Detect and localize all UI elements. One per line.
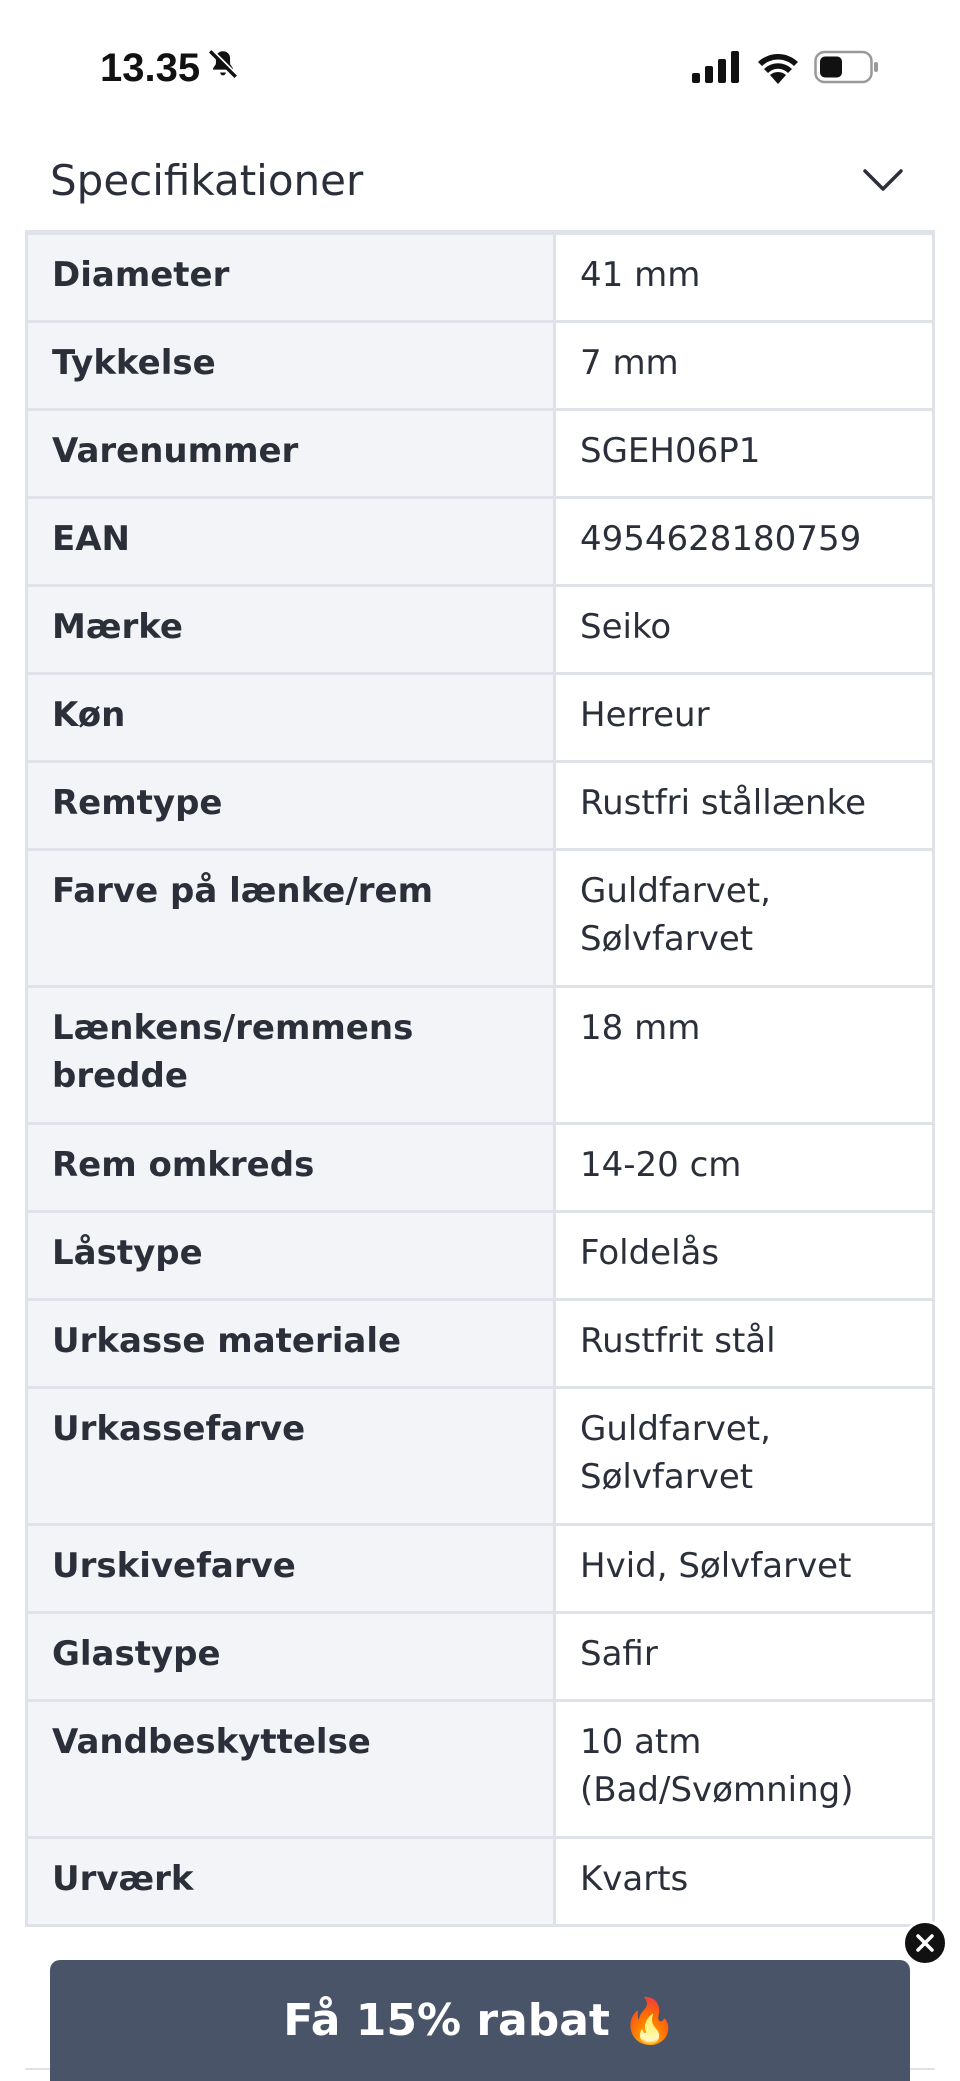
spec-label: Diameter [25, 232, 556, 323]
table-row: Farve på lænke/rem Guldfarvet, Sølvfarve… [25, 848, 935, 988]
section-title: Specifikationer [50, 155, 364, 205]
spec-label: Farve på lænke/rem [25, 848, 556, 988]
spec-value: Hvid, Sølvfarvet [553, 1523, 935, 1614]
table-row: Rem omkreds 14-20 cm [25, 1122, 935, 1213]
spec-value: SGEH06P1 [553, 408, 935, 499]
spec-value-line: Sølvfarvet [580, 1457, 754, 1497]
spec-value-line: Guldfarvet, [580, 1409, 771, 1449]
spec-label: Remtype [25, 760, 556, 851]
spec-label: Mærke [25, 584, 556, 675]
spec-value: Herreur [553, 672, 935, 763]
spec-value: Safir [553, 1611, 935, 1702]
spec-value: Seiko [553, 584, 935, 675]
status-icons [692, 50, 880, 88]
spec-label: Rem omkreds [25, 1122, 556, 1213]
table-row: Glastype Safir [25, 1611, 935, 1702]
table-row: Diameter 41 mm [25, 232, 935, 323]
clock-text: 13.35 [100, 46, 201, 90]
spec-label: Varenummer [25, 408, 556, 499]
spec-label-line: bredde [52, 1056, 188, 1096]
spec-value: 18 mm [553, 985, 935, 1125]
table-row: Tykkelse 7 mm [25, 320, 935, 411]
status-time: 13.35 [100, 46, 240, 91]
spec-value: Rustfrit stål [553, 1298, 935, 1389]
promo-label: Få 15% rabat [283, 1995, 610, 2046]
spec-label: Lænkens/remmens bredde [25, 985, 556, 1125]
spec-value: Kvarts [553, 1836, 935, 1927]
spec-label: Vandbeskyttelse [25, 1699, 556, 1839]
bell-slash-icon [206, 46, 240, 91]
cellular-signal-icon [692, 51, 742, 87]
spec-value-line: Sølvfarvet [580, 919, 754, 959]
spec-value: 41 mm [553, 232, 935, 323]
spec-value: Rustfri stållænke [553, 760, 935, 851]
table-row: Varenummer SGEH06P1 [25, 408, 935, 499]
specifications-table: Diameter 41 mm Tykkelse 7 mm Varenummer … [25, 232, 935, 1927]
spec-label: Urskivefarve [25, 1523, 556, 1614]
status-bar: 13.35 [0, 0, 960, 130]
specifications-header[interactable]: Specifikationer [25, 130, 935, 232]
spec-value: Foldelås [553, 1210, 935, 1301]
table-row: Låstype Foldelås [25, 1210, 935, 1301]
spec-value: 14-20 cm [553, 1122, 935, 1213]
wifi-icon [756, 50, 800, 88]
spec-value: 7 mm [553, 320, 935, 411]
spec-value-line: (Bad/Svømning) [580, 1770, 854, 1810]
spec-label-line: Lænkens/remmens [52, 1008, 414, 1048]
close-icon[interactable] [902, 1920, 948, 1966]
spec-label: EAN [25, 496, 556, 587]
spec-value-line: 10 atm [580, 1722, 702, 1762]
spec-label: Urkassefarve [25, 1386, 556, 1526]
table-row: Vandbeskyttelse 10 atm (Bad/Svømning) [25, 1699, 935, 1839]
table-row: Urkassefarve Guldfarvet, Sølvfarvet [25, 1386, 935, 1526]
spec-value: 4954628180759 [553, 496, 935, 587]
spec-value: 10 atm (Bad/Svømning) [553, 1699, 935, 1839]
battery-icon [814, 50, 880, 88]
spec-label: Urværk [25, 1836, 556, 1927]
spec-value: Guldfarvet, Sølvfarvet [553, 848, 935, 988]
table-row: Urskivefarve Hvid, Sølvfarvet [25, 1523, 935, 1614]
spec-label: Køn [25, 672, 556, 763]
spec-value-line: Guldfarvet, [580, 871, 771, 911]
spec-label: Urkasse materiale [25, 1298, 556, 1389]
table-row: Lænkens/remmens bredde 18 mm [25, 985, 935, 1125]
spec-label: Tykkelse [25, 320, 556, 411]
fire-icon: 🔥 [621, 1995, 677, 2047]
spec-value: Guldfarvet, Sølvfarvet [553, 1386, 935, 1526]
discount-promo-button[interactable]: Få 15% rabat 🔥 [50, 1960, 910, 2081]
spec-label: Låstype [25, 1210, 556, 1301]
table-row: EAN 4954628180759 [25, 496, 935, 587]
table-row: Remtype Rustfri stållænke [25, 760, 935, 851]
table-row: Urkasse materiale Rustfrit stål [25, 1298, 935, 1389]
table-row: Mærke Seiko [25, 584, 935, 675]
table-row: Køn Herreur [25, 672, 935, 763]
spec-label: Glastype [25, 1611, 556, 1702]
table-row: Urværk Kvarts [25, 1836, 935, 1927]
chevron-down-icon[interactable] [861, 166, 905, 194]
